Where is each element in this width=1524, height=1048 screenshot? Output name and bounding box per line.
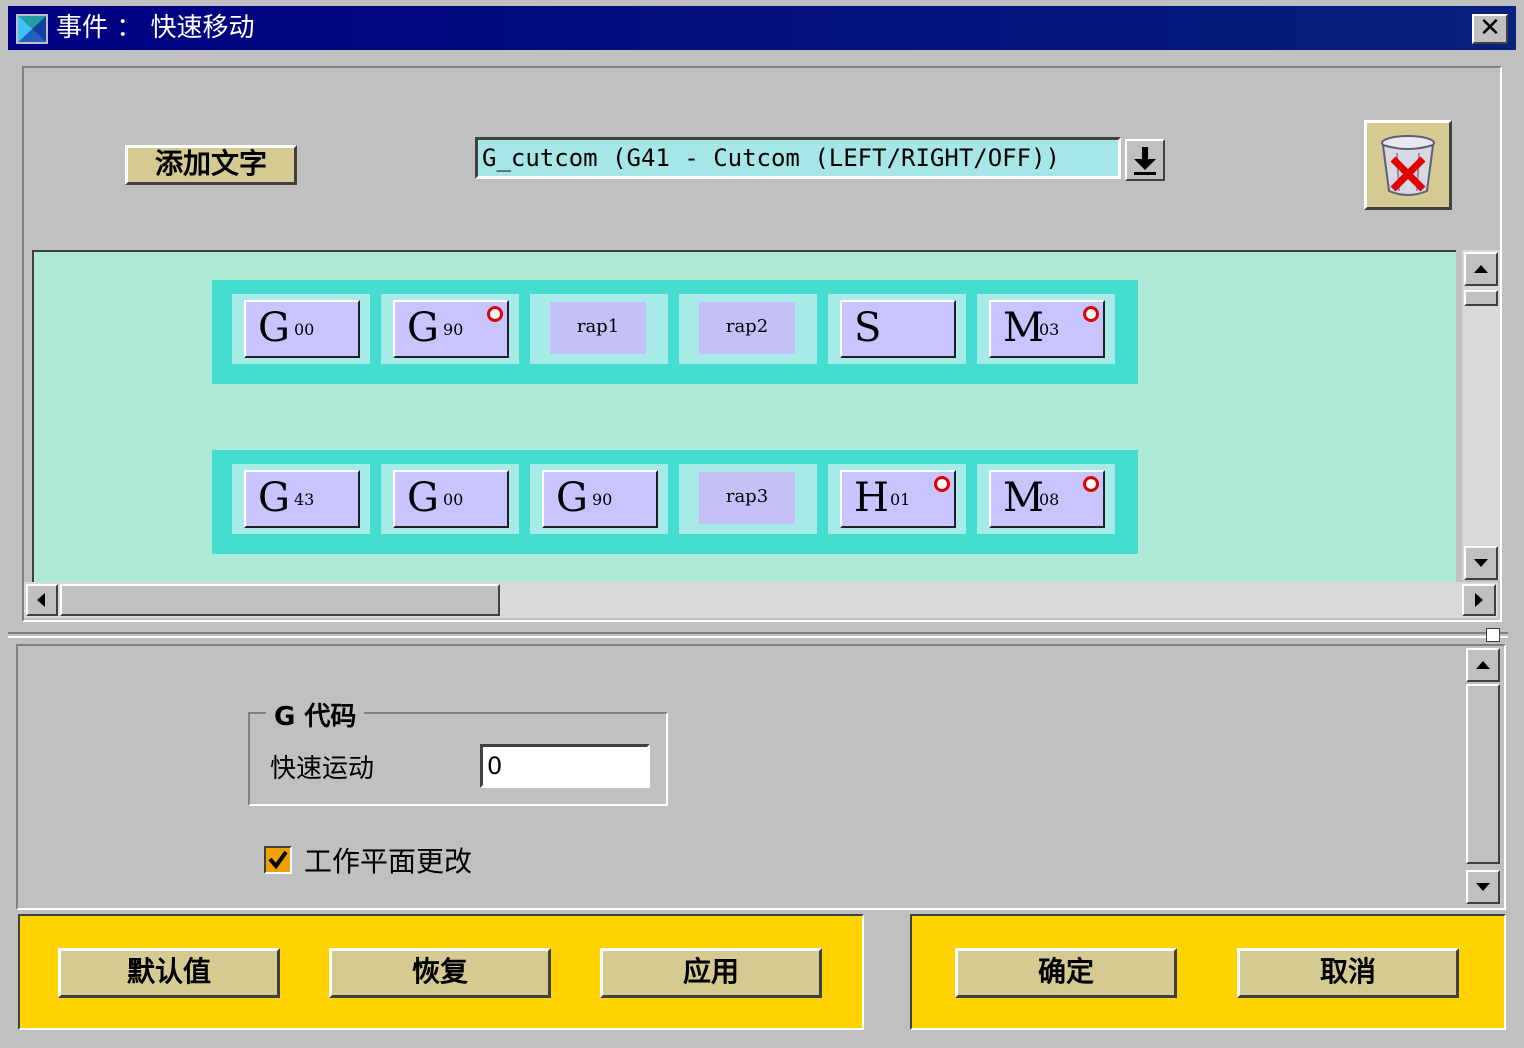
block-slot: rap1 (530, 294, 668, 364)
word-block[interactable]: M 03 (989, 300, 1105, 358)
modifier-dot-icon (1083, 306, 1099, 322)
word-select-combo[interactable]: G_cutcom (G41 - Cutcom (LEFT/RIGHT/OFF)) (475, 137, 1121, 179)
block-value: 03 (1039, 320, 1060, 339)
modifier-dot-icon (487, 306, 503, 322)
arrow-up-icon (1474, 265, 1488, 273)
block-address: M (1003, 475, 1044, 521)
workplane-change-checkbox[interactable] (264, 846, 292, 874)
block-slot: rap3 (679, 464, 817, 534)
block-slot: G 00 (232, 294, 370, 364)
word-block[interactable]: G 00 (393, 470, 509, 528)
block-address: G (258, 475, 290, 521)
ok-button[interactable]: 确定 (955, 948, 1177, 998)
word-block[interactable]: G 90 (542, 470, 658, 528)
word-block[interactable]: rap2 (699, 302, 795, 354)
lower-panel (16, 644, 1506, 910)
arrow-down-icon (1476, 883, 1490, 891)
scroll-up-button[interactable] (1464, 252, 1498, 286)
block-label: rap3 (725, 486, 769, 507)
gcode-group-title: G 代码 (266, 696, 365, 733)
combo-dropdown-button[interactable] (1125, 139, 1165, 181)
word-block[interactable]: S (840, 300, 956, 358)
block-slot: S (828, 294, 966, 364)
block-row-1: G 00 G 90 rap1 rap2 S M 03 (212, 280, 1138, 384)
add-text-button[interactable]: 添加文字 (125, 145, 297, 185)
word-block[interactable]: M 08 (989, 470, 1105, 528)
scroll-left-button[interactable] (26, 584, 58, 616)
word-block[interactable]: G 00 (244, 300, 360, 358)
block-value: 00 (294, 320, 315, 339)
restore-button[interactable]: 恢复 (329, 948, 551, 998)
scroll-thumb[interactable] (1466, 684, 1500, 864)
block-slot: G 43 (232, 464, 370, 534)
scroll-down-button[interactable] (1466, 870, 1500, 904)
block-value: 08 (1039, 490, 1060, 509)
rapid-motion-label: 快速运动 (270, 754, 375, 784)
scroll-thumb[interactable] (1464, 290, 1498, 306)
event-canvas[interactable]: G 00 G 90 rap1 rap2 S M 03 G 43 G 00 G 90 rap3 H 01 M 08 (32, 250, 1456, 582)
block-value: 90 (592, 490, 613, 509)
rapid-motion-input[interactable]: 0 (480, 744, 650, 788)
arrow-down-icon (1474, 559, 1488, 567)
block-address: M (1003, 305, 1044, 351)
block-label: rap1 (576, 316, 620, 337)
block-slot: M 08 (977, 464, 1115, 534)
block-slot: H 01 (828, 464, 966, 534)
block-slot: M 03 (977, 294, 1115, 364)
block-slot: G 90 (530, 464, 668, 534)
apply-button[interactable]: 应用 (600, 948, 822, 998)
block-label: rap2 (725, 316, 769, 337)
scroll-up-button[interactable] (1466, 648, 1500, 682)
block-address: H (854, 475, 889, 521)
checkmark-icon (268, 850, 288, 870)
word-block[interactable]: rap1 (550, 302, 646, 354)
block-value: 01 (890, 490, 911, 509)
canvas-horizontal-scrollbar[interactable] (24, 582, 1498, 618)
cancel-button[interactable]: 取消 (1237, 948, 1459, 998)
splitter-handle[interactable] (1486, 628, 1500, 642)
block-address: G (407, 475, 439, 521)
block-slot: G 90 (381, 294, 519, 364)
arrow-right-icon (1475, 593, 1483, 607)
block-slot: G 00 (381, 464, 519, 534)
block-row-2: G 43 G 00 G 90 rap3 H 01 M 08 (212, 450, 1138, 554)
arrow-up-icon (1476, 661, 1490, 669)
pane-splitter[interactable] (8, 632, 1508, 638)
block-address: G (258, 305, 290, 351)
block-value: 43 (294, 490, 315, 509)
download-arrow-icon (1134, 147, 1156, 175)
modifier-dot-icon (1083, 476, 1099, 492)
trash-delete-icon (1381, 135, 1435, 196)
modifier-dot-icon (934, 476, 950, 492)
default-button[interactable]: 默认值 (58, 948, 280, 998)
arrow-left-icon (37, 593, 45, 607)
title-bar[interactable]: 事件 ： 快速移动 ✕ (8, 6, 1516, 50)
word-block[interactable]: G 43 (244, 470, 360, 528)
scroll-thumb[interactable] (60, 584, 500, 616)
block-address: G (407, 305, 439, 351)
app-icon (16, 14, 48, 44)
block-address: S (854, 305, 882, 351)
word-block[interactable]: G 90 (393, 300, 509, 358)
delete-trash-button[interactable] (1364, 120, 1452, 210)
word-block[interactable]: rap3 (699, 472, 795, 524)
lower-vertical-scrollbar[interactable] (1466, 648, 1502, 904)
block-value: 90 (443, 320, 464, 339)
workplane-change-label: 工作平面更改 (304, 845, 473, 878)
window-title: 事件 ： 快速移动 (56, 13, 255, 43)
word-block[interactable]: H 01 (840, 470, 956, 528)
block-slot: rap2 (679, 294, 817, 364)
scroll-down-button[interactable] (1464, 546, 1498, 580)
block-value: 00 (443, 490, 464, 509)
close-button[interactable]: ✕ (1472, 14, 1508, 44)
canvas-vertical-scrollbar[interactable] (1462, 250, 1500, 580)
block-address: G (556, 475, 588, 521)
scroll-right-button[interactable] (1462, 584, 1496, 616)
